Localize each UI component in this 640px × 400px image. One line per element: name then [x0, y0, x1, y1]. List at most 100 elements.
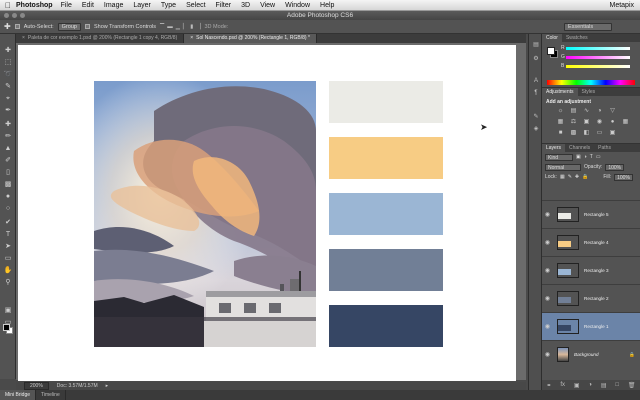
color-lookup-icon[interactable]: ▦ — [621, 118, 630, 127]
layer-row-rectangle-1[interactable]: ◉ Rectangle 1 — [542, 312, 640, 340]
menu-help[interactable]: Help — [320, 2, 334, 9]
close-tab-icon[interactable]: × — [190, 35, 193, 41]
zoom-window-button[interactable] — [20, 13, 25, 18]
vibrance-icon[interactable]: ▽ — [608, 107, 617, 116]
auto-select-checkbox[interactable] — [14, 24, 20, 29]
add-mask-icon[interactable]: ▣ — [574, 382, 580, 389]
layer-row-background[interactable]: ◉ Background 🔒 — [542, 340, 640, 368]
zoom-tool-icon[interactable]: ⚲ — [3, 278, 13, 287]
align-bottom-icon[interactable]: ▁ — [176, 24, 180, 30]
hand-tool-icon[interactable]: ✋ — [3, 266, 13, 275]
delete-layer-icon[interactable]: 🗑 — [628, 382, 636, 389]
status-arrow-icon[interactable]: ▸ — [106, 383, 109, 389]
invert-icon[interactable]: ■ — [556, 129, 565, 138]
clone-source-panel-icon[interactable]: ◈ — [532, 126, 540, 133]
lock-position-icon[interactable]: ✚ — [575, 174, 579, 180]
blend-mode-dropdown[interactable]: Normal — [545, 163, 581, 171]
new-layer-icon[interactable]: □ — [615, 382, 619, 388]
history-brush-tool-icon[interactable]: ✐ — [3, 156, 13, 165]
tab-swatches[interactable]: Swatches — [562, 34, 592, 42]
pen-tool-icon[interactable]: ✔ — [3, 218, 13, 227]
workspace-dropdown[interactable]: Essentials — [564, 23, 612, 31]
exposure-icon[interactable]: ◑ — [595, 107, 604, 116]
curves-icon[interactable]: ∿ — [582, 107, 591, 116]
menu-user[interactable]: Metapix — [609, 2, 634, 9]
lock-all-icon[interactable]: 🔒 — [582, 174, 588, 180]
opacity-field[interactable]: 100% — [605, 163, 625, 171]
layer-style-icon[interactable]: fx — [560, 382, 565, 388]
tab-styles[interactable]: Styles — [578, 88, 600, 96]
shape-tool-icon[interactable]: ▭ — [3, 254, 13, 263]
marquee-tool-icon[interactable]: ⬚ — [3, 58, 13, 67]
properties-panel-icon[interactable]: ⚙ — [532, 56, 540, 63]
threshold-icon[interactable]: ◧ — [582, 129, 591, 138]
menu-3d[interactable]: 3D — [241, 2, 250, 9]
tab-sol-nascendo[interactable]: × Sol Nascendo.psd @ 200% (Rectangle 1, R… — [184, 34, 317, 43]
photo-filter-icon[interactable]: ◉ — [595, 118, 604, 127]
path-select-tool-icon[interactable]: ➤ — [3, 242, 13, 251]
levels-icon[interactable]: ▤ — [569, 107, 578, 116]
align-top-icon[interactable]: ▔ — [160, 24, 164, 30]
align-middle-icon[interactable]: ▬ — [167, 24, 173, 30]
dodge-tool-icon[interactable]: ○ — [3, 204, 13, 213]
new-adjustment-icon[interactable]: ◑ — [588, 382, 592, 388]
menu-type[interactable]: Type — [161, 2, 176, 9]
color-balance-icon[interactable]: ⚖ — [569, 118, 578, 127]
move-tool-icon[interactable]: ✚ — [3, 46, 13, 55]
menu-window[interactable]: Window — [285, 2, 310, 9]
paragraph-panel-icon[interactable]: ¶ — [532, 90, 540, 97]
blur-tool-icon[interactable]: ● — [3, 192, 13, 201]
tab-mini-bridge[interactable]: Mini Bridge — [0, 390, 37, 400]
zoom-level[interactable]: 200% — [24, 382, 49, 390]
apple-icon[interactable]:  — [0, 1, 16, 10]
visibility-eye-icon[interactable]: ◉ — [542, 211, 553, 218]
crop-tool-icon[interactable]: ⌖ — [3, 94, 13, 103]
green-slider[interactable] — [566, 56, 630, 59]
gradient-tool-icon[interactable]: ▩ — [3, 180, 13, 189]
type-tool-icon[interactable]: T — [3, 230, 13, 239]
healing-tool-icon[interactable]: ✚ — [3, 120, 13, 129]
stamp-tool-icon[interactable]: ▲ — [3, 144, 13, 153]
eraser-tool-icon[interactable]: ▯ — [3, 168, 13, 177]
lasso-tool-icon[interactable]: ➰ — [3, 70, 13, 79]
menu-filter[interactable]: Filter — [216, 2, 232, 9]
tab-paleta[interactable]: × Paleta de cor exemplo 1.psd @ 200% (Rec… — [16, 34, 185, 43]
canvas-area[interactable]: ➤ — [16, 43, 526, 381]
align-left-icon[interactable]: ▏ — [183, 24, 187, 30]
link-layers-icon[interactable]: ⚭ — [546, 382, 551, 389]
quick-select-tool-icon[interactable]: ✎ — [3, 82, 13, 91]
lock-image-icon[interactable]: ✎ — [568, 174, 572, 180]
filter-adjustment-icon[interactable]: ◑ — [584, 154, 587, 160]
document-canvas[interactable]: ➤ — [18, 45, 516, 381]
color-spectrum-bar[interactable] — [547, 80, 635, 85]
layer-row-rectangle-4[interactable]: ◉ Rectangle 4 — [542, 228, 640, 256]
menu-view[interactable]: View — [260, 2, 275, 9]
quick-mask-icon[interactable]: ▣ — [3, 306, 13, 315]
menu-file[interactable]: File — [61, 2, 72, 9]
lock-transparency-icon[interactable]: ▦ — [560, 174, 565, 180]
tab-color[interactable]: Color — [542, 34, 562, 42]
brightness-icon[interactable]: ☼ — [556, 107, 565, 116]
filter-pixel-icon[interactable]: ▣ — [576, 154, 581, 160]
character-panel-icon[interactable]: A — [532, 78, 540, 85]
black-white-icon[interactable]: ▣ — [582, 118, 591, 127]
filter-shape-icon[interactable]: ▭ — [596, 154, 601, 160]
layer-row-rectangle-5[interactable]: ◉ Rectangle 5 — [542, 200, 640, 228]
tab-channels[interactable]: Channels — [565, 144, 594, 152]
gradient-map-icon[interactable]: ▭ — [595, 129, 604, 138]
visibility-eye-icon[interactable]: ◉ — [542, 295, 553, 302]
move-tool-icon[interactable]: ✚ — [4, 22, 11, 31]
doc-size[interactable]: Doc: 3.57M/1.57M — [57, 383, 98, 389]
new-group-icon[interactable]: ▤ — [601, 382, 607, 389]
selective-color-icon[interactable]: ▣ — [608, 129, 617, 138]
menu-edit[interactable]: Edit — [82, 2, 94, 9]
tab-timeline[interactable]: Timeline — [36, 390, 66, 400]
layer-row-rectangle-3[interactable]: ◉ Rectangle 3 — [542, 256, 640, 284]
channel-mixer-icon[interactable]: ● — [608, 118, 617, 127]
visibility-eye-icon[interactable]: ◉ — [542, 267, 553, 274]
hue-saturation-icon[interactable]: ▦ — [556, 118, 565, 127]
visibility-eye-icon[interactable]: ◉ — [542, 351, 553, 358]
fill-field[interactable]: 100% — [614, 173, 633, 181]
red-slider[interactable] — [566, 47, 630, 50]
menu-select[interactable]: Select — [186, 2, 205, 9]
